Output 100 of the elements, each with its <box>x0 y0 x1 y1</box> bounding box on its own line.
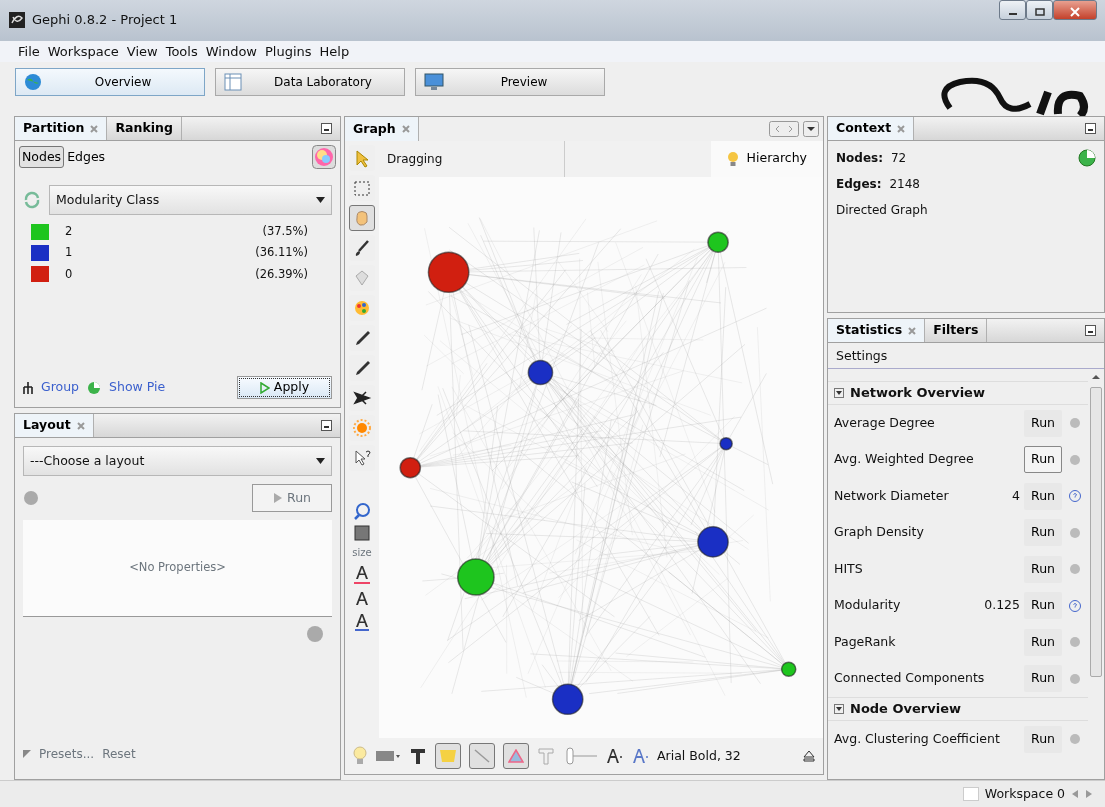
slider-icon[interactable] <box>563 747 597 766</box>
dropdown-menu-icon[interactable] <box>803 120 819 137</box>
run-button[interactable]: Run <box>1024 592 1062 620</box>
run-button[interactable]: Run <box>1024 482 1062 510</box>
zoom-icon[interactable] <box>352 500 372 521</box>
run-button[interactable]: Run <box>1024 555 1062 583</box>
size-label[interactable]: size <box>352 544 372 560</box>
dropdown[interactable]: ---Choose a layout <box>23 446 332 476</box>
pie-icon[interactable] <box>1078 149 1096 167</box>
status-dot-icon <box>1068 416 1082 431</box>
run-button[interactable]: Run <box>252 484 332 512</box>
panel-tab[interactable]: Statistics <box>828 319 926 342</box>
eject-icon[interactable] <box>803 750 815 763</box>
graph-node[interactable] <box>399 456 422 479</box>
run-button[interactable]: Run <box>1024 446 1062 474</box>
toggle-tab[interactable]: Nodes <box>19 145 65 169</box>
menu-item[interactable]: File <box>14 41 44 62</box>
graph-node[interactable] <box>697 525 729 558</box>
scroll-up-icon[interactable] <box>1091 373 1101 381</box>
menu-item[interactable]: Plugins <box>261 41 316 62</box>
show-pie-link[interactable]: Show Pie <box>109 378 166 397</box>
menu-item[interactable]: Help <box>315 41 354 62</box>
graph-node[interactable] <box>719 436 733 451</box>
statistic-name: Connected Components <box>834 669 986 688</box>
class-label: 0 <box>65 265 74 283</box>
panel-tab[interactable]: Graph <box>345 117 419 141</box>
dropdown[interactable]: Modularity Class <box>49 185 332 215</box>
close-button[interactable] <box>1053 0 1097 20</box>
perspective-button[interactable]: Data Laboratory <box>215 68 405 96</box>
graph-node[interactable] <box>456 558 495 596</box>
apply-button[interactable]: Apply <box>237 376 332 399</box>
toggle-button[interactable] <box>503 743 529 770</box>
run-button[interactable]: Run <box>1024 409 1062 437</box>
run-button[interactable]: Run <box>1024 665 1062 693</box>
perspective-button[interactable]: Preview <box>415 68 605 96</box>
group-link[interactable]: Group <box>41 378 80 397</box>
expand-toggle-icon[interactable] <box>834 704 844 714</box>
pie-icon <box>87 380 102 395</box>
color-swatch[interactable] <box>31 266 49 283</box>
font-color-icon[interactable] <box>631 747 649 766</box>
toggle-button[interactable] <box>435 743 461 770</box>
font-size-icon[interactable] <box>605 747 623 766</box>
minimize-panel-icon[interactable] <box>321 420 332 431</box>
corner-triangle-icon[interactable] <box>23 750 31 758</box>
font-name[interactable]: Arial Bold, 32 <box>657 746 795 766</box>
app-icon <box>8 11 26 29</box>
maximize-button[interactable] <box>1026 0 1053 20</box>
color-swatch[interactable] <box>31 244 49 261</box>
statistic-name: Modularity <box>834 596 902 615</box>
panel-tab[interactable]: Context <box>828 117 915 140</box>
panel-tab[interactable]: Ranking <box>107 117 182 140</box>
run-button[interactable]: Run <box>1024 725 1062 753</box>
close-tab-icon[interactable] <box>76 421 85 430</box>
color-swatch[interactable] <box>31 223 49 240</box>
menu-item[interactable]: View <box>122 41 162 62</box>
workspace-icon <box>962 787 979 801</box>
perspective-button[interactable]: Overview <box>15 68 205 96</box>
graph-node[interactable] <box>707 231 729 253</box>
graph-node[interactable] <box>551 683 584 715</box>
status-dot-icon <box>1068 452 1082 467</box>
font-underline-icon[interactable] <box>352 611 372 632</box>
minimize-panel-icon[interactable] <box>1085 325 1096 336</box>
text-icon[interactable] <box>409 747 427 766</box>
maximize-icon <box>1034 7 1045 16</box>
graph-node[interactable] <box>527 359 554 386</box>
color-wheel-icon[interactable] <box>312 145 336 169</box>
toggle-tab[interactable]: Edges <box>64 145 109 169</box>
graph-node[interactable] <box>427 251 470 293</box>
edges-label: Edges: <box>836 176 882 193</box>
reset-link[interactable]: Reset <box>102 745 136 763</box>
colored-edge-icon <box>508 749 524 764</box>
minimize-panel-icon[interactable] <box>321 123 332 134</box>
presets-link[interactable]: Presets... <box>39 745 95 763</box>
font-color-icon[interactable] <box>352 563 372 586</box>
close-tab-icon[interactable] <box>90 124 99 133</box>
panel-tab[interactable]: Partition <box>15 117 108 140</box>
screenshot-icon[interactable] <box>375 749 401 764</box>
settings-label[interactable]: Settings <box>828 343 1104 369</box>
run-button[interactable]: Run <box>1024 519 1062 547</box>
menu-item[interactable]: Tools <box>161 41 202 62</box>
sun-icon <box>352 417 372 438</box>
close-tab-icon[interactable] <box>908 326 917 335</box>
graph-node[interactable] <box>780 661 797 677</box>
panel-tab[interactable]: Filters <box>925 319 988 342</box>
expand-toggle-icon[interactable] <box>834 388 844 398</box>
class-percent: (37.5%) <box>262 223 308 240</box>
minimize-panel-icon[interactable] <box>1085 123 1096 134</box>
hierarchy-button[interactable]: Hierarchy <box>710 140 823 177</box>
toggle-button[interactable] <box>469 743 495 770</box>
menu-item[interactable]: Workspace <box>43 41 123 62</box>
table-icon <box>224 73 242 91</box>
menu-item[interactable]: Window <box>201 41 261 62</box>
statistic-name: Avg. Weighted Degree <box>834 450 975 469</box>
run-button[interactable]: Run <box>1024 628 1062 656</box>
close-tab-icon[interactable] <box>897 124 906 133</box>
panel-tab[interactable]: Layout <box>15 414 94 437</box>
minimize-button[interactable] <box>999 0 1026 20</box>
scrollbar-thumb[interactable] <box>1090 387 1102 677</box>
square-icon[interactable] <box>354 524 370 541</box>
close-tab-icon[interactable] <box>401 124 410 133</box>
